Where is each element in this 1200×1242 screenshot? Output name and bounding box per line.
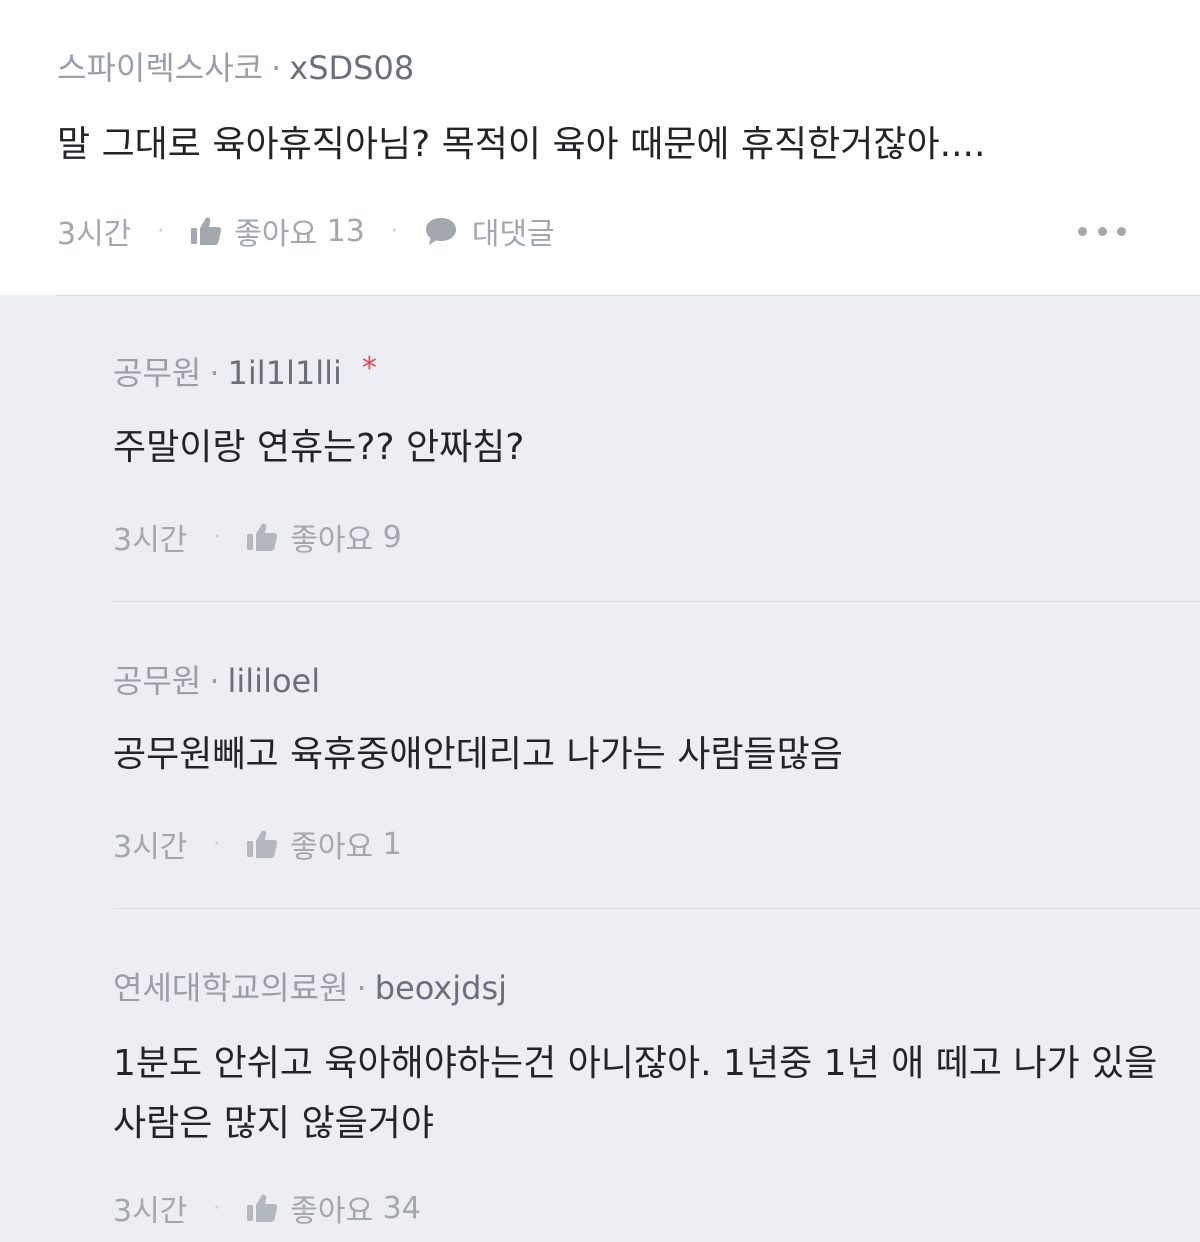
reply-author[interactable]: 연세대학교의료원 · beoxjdsj — [113, 966, 507, 1010]
like-label: 좋아요 — [290, 1194, 374, 1229]
reply-time: 3시간 — [113, 1194, 188, 1229]
reply-meta: 3시간 · 좋아요 1 — [113, 821, 402, 867]
like-button[interactable]: 좋아요 13 — [190, 209, 365, 253]
author-separator: · — [209, 354, 220, 392]
more-options-button[interactable] — [1078, 216, 1126, 246]
thumbs-up-icon — [191, 217, 222, 245]
meta-separator: · — [390, 218, 398, 244]
more-horizontal-icon — [1097, 226, 1107, 236]
speech-bubble-icon — [425, 218, 456, 245]
main-comment: 스파이렉스사코 · xSDS08 말 그대로 육아휴직아님? 목적이 육아 때문에 … — [0, 0, 1200, 295]
comment-meta: 3시간 · 좋아요 13 · 대댓글 — [57, 208, 555, 254]
like-count: 13 — [326, 213, 365, 249]
reply-time: 3시간 — [113, 830, 188, 865]
meta-separator: · — [213, 831, 221, 857]
more-horizontal-icon — [1078, 226, 1087, 236]
author-company: 스파이렉스사코 — [57, 49, 264, 87]
more-horizontal-icon — [1117, 226, 1126, 236]
author-nickname[interactable]: lililoel — [228, 662, 321, 700]
reply-author[interactable]: 공무원 · 1il1l1lli * — [113, 351, 377, 395]
divider — [113, 601, 1200, 602]
author-company: 공무원 — [113, 662, 202, 700]
reply-label: 대댓글 — [471, 217, 555, 252]
like-count: 9 — [382, 519, 402, 555]
author-nickname[interactable]: 1il1l1lli — [228, 354, 342, 392]
reply-text: 1분도 안쉬고 육아해야하는건 아니잖아. 1년중 1년 애 떼고 나가 있을 … — [113, 1043, 1158, 1144]
thumbs-up-icon — [247, 523, 278, 551]
reply-author[interactable]: 공무원 · lililoel — [113, 659, 320, 703]
like-label: 좋아요 — [234, 217, 318, 252]
comment-time: 3시간 — [57, 217, 132, 252]
like-count: 34 — [382, 1190, 421, 1226]
author-nickname[interactable]: xSDS08 — [289, 49, 414, 87]
author-separator: · — [356, 969, 367, 1007]
reply-button[interactable]: 대댓글 — [424, 209, 555, 253]
like-button[interactable]: 좋아요 1 — [246, 822, 402, 866]
author-nickname[interactable]: beoxjdsj — [375, 969, 507, 1007]
divider — [57, 295, 1200, 296]
like-label: 좋아요 — [290, 523, 374, 558]
author-separator: · — [271, 49, 282, 87]
like-count: 1 — [382, 826, 402, 862]
author-company: 연세대학교의료원 — [113, 969, 349, 1007]
reply-time: 3시간 — [113, 523, 188, 558]
thumbs-up-icon — [247, 830, 278, 858]
like-button[interactable]: 좋아요 9 — [246, 515, 402, 559]
original-author-mark: * — [361, 351, 377, 386]
comment-author[interactable]: 스파이렉스사코 · xSDS08 — [57, 46, 414, 90]
reply-text: 주말이랑 연휴는?? 안짜침? — [113, 427, 525, 468]
reply-meta: 3시간 · 좋아요 9 — [113, 514, 402, 560]
author-separator: · — [209, 662, 220, 700]
author-company: 공무원 — [113, 354, 202, 392]
divider — [113, 908, 1200, 909]
comment-text: 말 그대로 육아휴직아님? 목적이 육아 때문에 휴직한거잖아.... — [57, 124, 986, 165]
like-button[interactable]: 좋아요 34 — [246, 1186, 421, 1230]
meta-separator: · — [213, 524, 221, 550]
reply-meta: 3시간 · 좋아요 34 — [113, 1185, 421, 1231]
meta-separator: · — [213, 1195, 221, 1221]
like-label: 좋아요 — [290, 830, 374, 865]
thumbs-up-icon — [247, 1194, 278, 1222]
meta-separator: · — [157, 218, 165, 244]
replies-section: 공무원 · 1il1l1lli * 주말이랑 연휴는?? 안짜침? 3시간 · 좋아요… — [0, 295, 1200, 1242]
reply-text: 공무원빼고 육휴중애안데리고 나가는 사람들많음 — [113, 734, 843, 775]
